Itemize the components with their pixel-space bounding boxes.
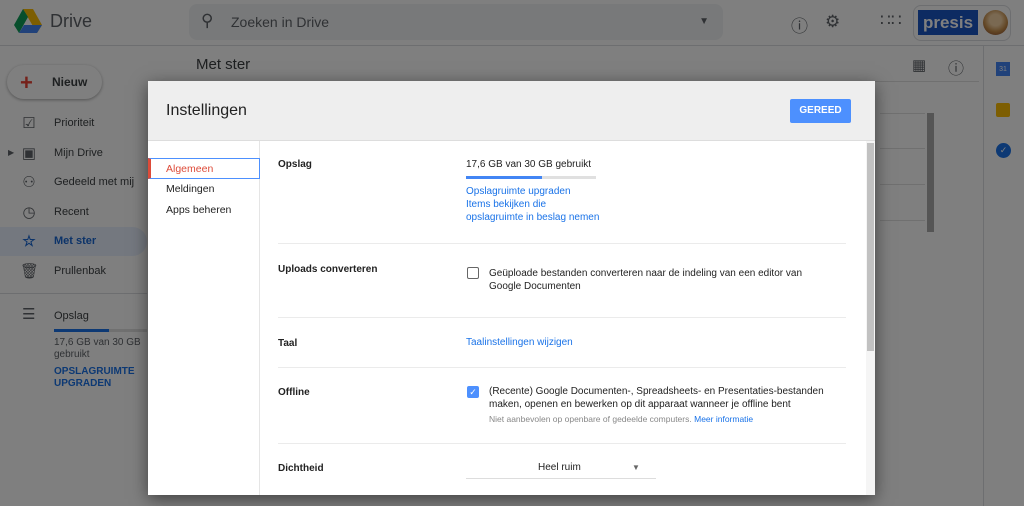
offline-note-text: Niet aanbevolen op openbare of gedeelde … — [489, 414, 692, 424]
language-settings-link[interactable]: Taalinstellingen wijzigen — [466, 336, 573, 349]
settings-nav: Algemeen Meldingen Apps beheren — [148, 141, 260, 495]
tab-manage-apps[interactable]: Apps beheren — [148, 200, 260, 221]
storage-section-label: Opslag — [278, 159, 312, 170]
view-items-link[interactable]: Items bekijken die — [466, 198, 546, 211]
upgrade-storage-link[interactable]: Opslagruimte upgraden — [466, 185, 571, 198]
convert-uploads-text: Geüploade bestanden converteren naar de … — [489, 268, 803, 292]
offline-note: Niet aanbevolen op openbare of gedeelde … — [489, 414, 753, 424]
dialog-header: Instellingen GEREED — [148, 81, 875, 141]
scrollbar-thumb[interactable] — [867, 143, 874, 351]
chevron-down-icon: ▼ — [632, 463, 640, 472]
divider — [278, 317, 846, 318]
convert-uploads-checkbox[interactable] — [467, 267, 479, 279]
density-section-label: Dichtheid — [278, 463, 324, 474]
done-button[interactable]: GEREED — [790, 99, 851, 123]
view-items-link-cont[interactable]: opslagruimte in beslag nemen — [466, 211, 599, 224]
offline-checkbox[interactable]: ✓ — [467, 386, 479, 398]
dialog-title: Instellingen — [166, 102, 247, 119]
language-section-label: Taal — [278, 338, 298, 349]
storage-usage: 17,6 GB van 30 GB gebruikt — [466, 159, 592, 170]
divider — [278, 367, 846, 368]
offline-section-label: Offline — [278, 387, 310, 398]
more-info-link[interactable]: Meer informatie — [694, 414, 753, 424]
density-value: Heel ruim — [538, 462, 581, 473]
uploads-section-label: Uploads converteren — [278, 264, 378, 275]
tab-notifications[interactable]: Meldingen — [148, 179, 260, 200]
settings-dialog: Instellingen GEREED Algemeen Meldingen A… — [148, 81, 875, 495]
divider — [278, 243, 846, 244]
tab-general[interactable]: Algemeen — [148, 158, 260, 179]
offline-text: (Recente) Google Documenten-, Spreadshee… — [489, 386, 824, 410]
density-select[interactable]: Heel ruim ▼ — [466, 457, 656, 479]
divider — [278, 443, 846, 444]
storage-bar — [466, 176, 596, 179]
